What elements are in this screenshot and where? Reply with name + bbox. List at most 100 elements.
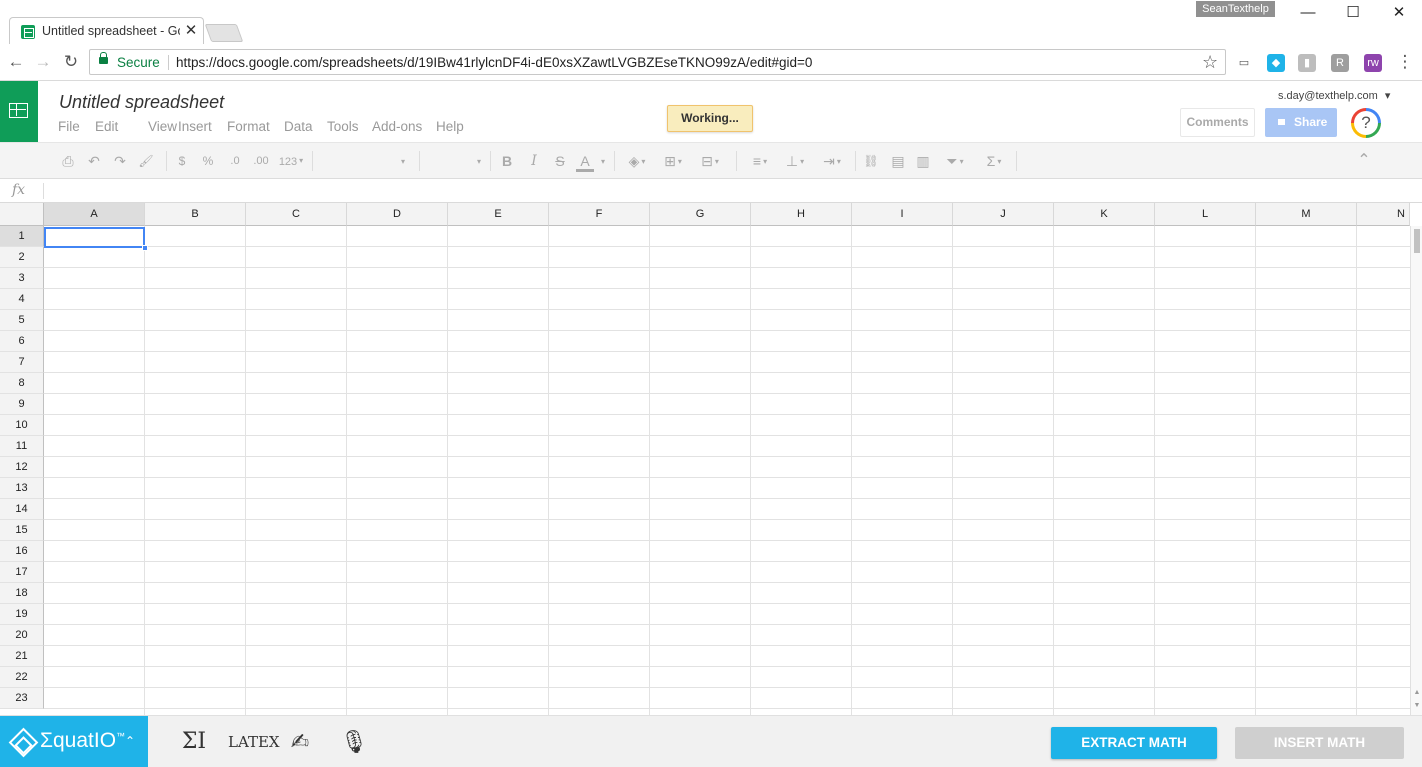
menu-view[interactable]: View [148, 119, 177, 134]
scrollbar-thumb[interactable] [1414, 229, 1420, 253]
bold-button[interactable]: B [500, 152, 514, 170]
font-family-dropdown[interactable]: ▾ [396, 152, 408, 170]
insert-link-icon[interactable]: ⛓ [862, 152, 880, 170]
row-header-1[interactable]: 1 [0, 226, 44, 247]
column-header-f[interactable]: F [549, 203, 650, 226]
insert-comment-icon[interactable]: ▤ [889, 152, 907, 170]
row-header-6[interactable]: 6 [0, 331, 44, 352]
redo-icon[interactable]: ↷ [111, 152, 129, 170]
profile-badge[interactable]: SeanTexthelp [1196, 1, 1275, 17]
help-icon[interactable]: ? [1351, 108, 1381, 138]
functions-button[interactable]: Σ ▾ [978, 152, 1010, 170]
row-header-23[interactable]: 23 [0, 688, 44, 709]
cast-icon[interactable]: ▭ [1235, 54, 1253, 72]
row-header-18[interactable]: 18 [0, 583, 44, 604]
column-header-b[interactable]: B [145, 203, 246, 226]
row-header-7[interactable]: 7 [0, 352, 44, 373]
column-header-i[interactable]: I [852, 203, 953, 226]
insert-chart-icon[interactable]: ▥ [914, 152, 932, 170]
menu-insert[interactable]: Insert [178, 119, 212, 134]
row-header-15[interactable]: 15 [0, 520, 44, 541]
decrease-decimal-button[interactable]: .0 [225, 152, 245, 170]
percent-format-button[interactable]: % [200, 152, 216, 170]
column-header-n[interactable]: N [1357, 203, 1410, 226]
more-formats-button[interactable]: 123 ▾ [276, 152, 306, 170]
equatio-menu-button[interactable]: ΣquatIO™ ⌃ [0, 716, 148, 767]
formula-input[interactable] [52, 183, 1392, 199]
latex-editor-icon[interactable]: LATEX [228, 728, 280, 756]
document-title[interactable]: Untitled spreadsheet [59, 92, 224, 113]
browser-menu-icon[interactable]: ⋮ [1395, 52, 1415, 72]
address-bar[interactable]: Secure https://docs.google.com/spreadshe… [89, 49, 1226, 75]
row-header-20[interactable]: 20 [0, 625, 44, 646]
row-header-13[interactable]: 13 [0, 478, 44, 499]
minimize-button[interactable]: — [1285, 2, 1331, 24]
collapse-toolbar-icon[interactable]: ⌃ [1355, 152, 1373, 170]
text-wrap-button[interactable]: ⇥ ▾ [815, 152, 849, 170]
menu-format[interactable]: Format [227, 119, 270, 134]
grey-extension-icon[interactable]: ▮ [1298, 54, 1316, 72]
tab-close-icon[interactable]: ✕ [183, 23, 199, 39]
column-header-k[interactable]: K [1054, 203, 1155, 226]
column-header-d[interactable]: D [347, 203, 448, 226]
new-tab-button[interactable] [204, 24, 244, 42]
menu-addons[interactable]: Add-ons [372, 119, 422, 134]
text-color-button[interactable]: A [576, 152, 594, 172]
font-size-dropdown[interactable]: ▾ [472, 152, 484, 170]
insert-math-button[interactable]: INSERT MATH [1235, 727, 1404, 759]
scroll-up-arrow-icon[interactable]: ▲ [1412, 689, 1422, 696]
account-email[interactable]: s.day@texthelp.com ▾ [1278, 89, 1390, 102]
row-header-8[interactable]: 8 [0, 373, 44, 394]
row-header-16[interactable]: 16 [0, 541, 44, 562]
paint-format-icon[interactable]: 🖌 [137, 152, 155, 170]
browser-tab[interactable]: Untitled spreadsheet - Go ✕ [9, 17, 204, 45]
row-header-2[interactable]: 2 [0, 247, 44, 268]
column-header-a[interactable]: A [44, 203, 145, 226]
microphone-icon[interactable]: 🎙 [340, 728, 368, 756]
reload-icon[interactable]: ↻ [61, 52, 81, 72]
sheets-home-icon[interactable] [0, 81, 38, 142]
print-icon[interactable]: ⎙ [59, 152, 77, 170]
undo-icon[interactable]: ↶ [85, 152, 103, 170]
comments-button[interactable]: Comments [1180, 108, 1255, 137]
column-header-j[interactable]: J [953, 203, 1054, 226]
filter-button[interactable]: ⏷ ▾ [938, 152, 972, 170]
row-header-4[interactable]: 4 [0, 289, 44, 310]
row-header-11[interactable]: 11 [0, 436, 44, 457]
italic-button[interactable]: I [527, 152, 541, 170]
increase-decimal-button[interactable]: .00 [250, 152, 272, 170]
vertical-scrollbar[interactable]: ▲ ▼ [1410, 226, 1422, 715]
column-header-m[interactable]: M [1256, 203, 1357, 226]
puzzle-extension-icon[interactable]: rw [1364, 54, 1382, 72]
column-header-l[interactable]: L [1155, 203, 1256, 226]
menu-file[interactable]: File [58, 119, 80, 134]
bookmark-star-icon[interactable]: ☆ [1202, 52, 1218, 73]
maximize-button[interactable]: ☐ [1330, 2, 1376, 24]
fill-handle[interactable] [142, 245, 148, 251]
close-window-button[interactable]: ✕ [1376, 2, 1422, 24]
vertical-align-button[interactable]: ⊥ ▾ [780, 152, 810, 170]
select-all-corner[interactable] [0, 203, 44, 226]
currency-format-button[interactable]: $ [175, 152, 189, 170]
row-header-5[interactable]: 5 [0, 310, 44, 331]
row-header-14[interactable]: 14 [0, 499, 44, 520]
row-header-17[interactable]: 17 [0, 562, 44, 583]
column-header-g[interactable]: G [650, 203, 751, 226]
share-button[interactable]: Share [1265, 108, 1337, 137]
row-header-22[interactable]: 22 [0, 667, 44, 688]
borders-button[interactable]: ⊞ ▾ [658, 152, 688, 170]
column-header-c[interactable]: C [246, 203, 347, 226]
menu-tools[interactable]: Tools [327, 119, 359, 134]
back-arrow-icon[interactable]: ← [6, 52, 26, 72]
math-input-icon[interactable]: ΣI [180, 728, 208, 756]
row-header-12[interactable]: 12 [0, 457, 44, 478]
equatio-extension-icon[interactable]: ◆ [1267, 54, 1285, 72]
r-extension-icon[interactable]: R [1331, 54, 1349, 72]
strikethrough-button[interactable]: S [553, 152, 567, 170]
scroll-down-arrow-icon[interactable]: ▼ [1412, 702, 1422, 709]
forward-arrow-icon[interactable]: → [33, 52, 53, 72]
row-header-21[interactable]: 21 [0, 646, 44, 667]
merge-cells-button[interactable]: ⊟ ▾ [693, 152, 727, 170]
horizontal-align-button[interactable]: ≡ ▾ [745, 152, 775, 170]
extract-math-button[interactable]: EXTRACT MATH [1051, 727, 1217, 759]
